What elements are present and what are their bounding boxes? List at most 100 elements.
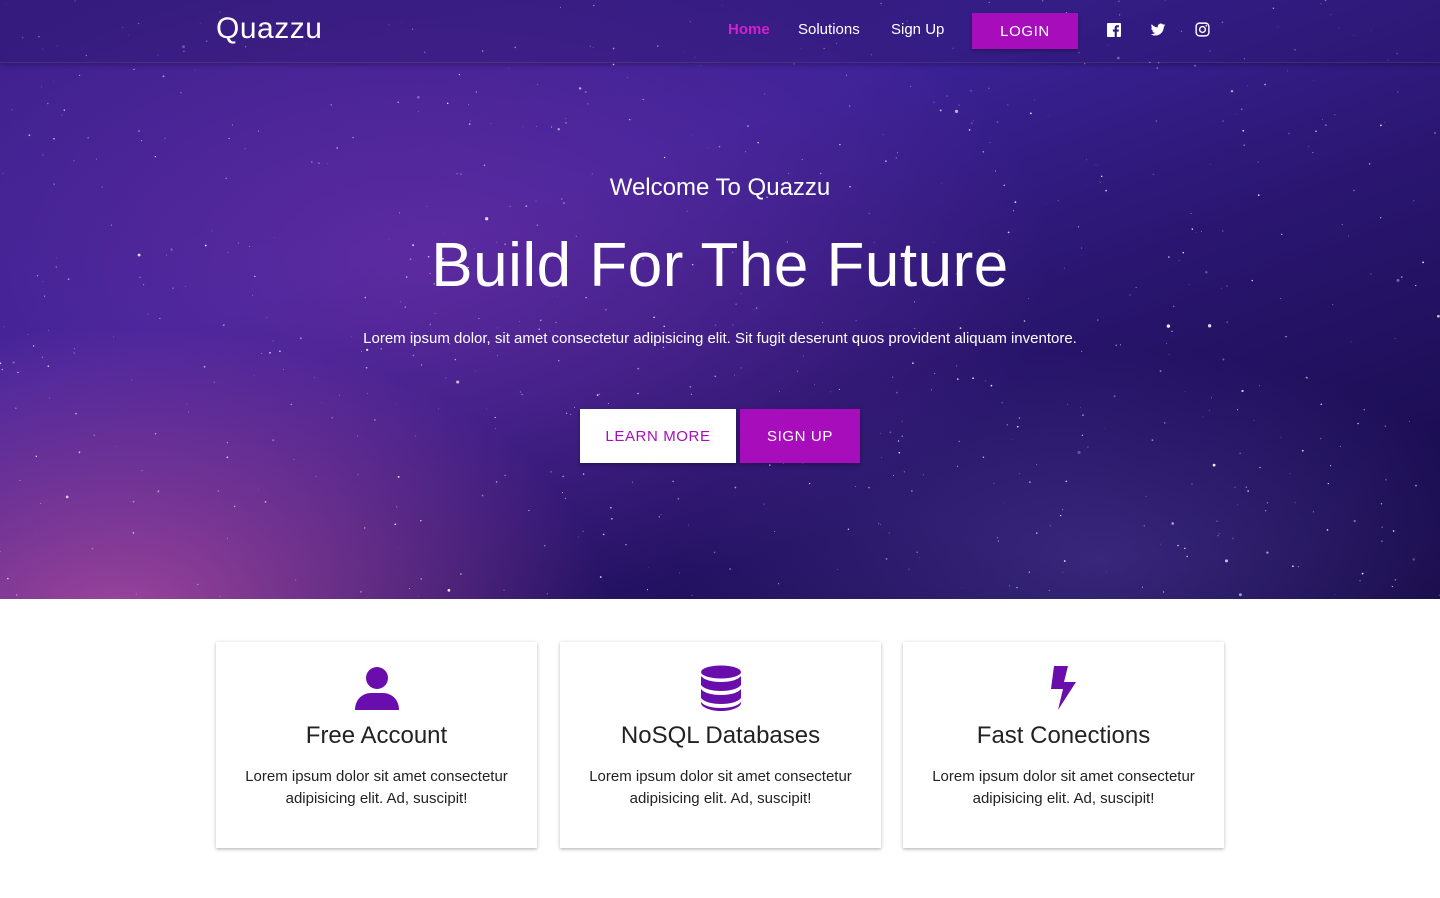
star [1212, 463, 1216, 467]
star [564, 497, 566, 499]
star [892, 376, 894, 378]
star [1048, 589, 1050, 592]
star [611, 518, 613, 520]
twitter-icon[interactable] [1150, 22, 1166, 38]
star [959, 327, 962, 329]
star [868, 486, 870, 489]
star [558, 360, 560, 362]
sign-up-button[interactable]: SIGN UP [740, 409, 860, 463]
brand-logo[interactable]: Quazzu [216, 12, 322, 46]
star [933, 101, 935, 103]
star [988, 87, 990, 89]
star [970, 122, 973, 124]
star [1207, 324, 1212, 328]
star [555, 321, 557, 324]
star [374, 419, 376, 421]
star [757, 141, 759, 144]
star [1239, 452, 1241, 455]
star [495, 428, 496, 430]
star [855, 320, 857, 322]
star [637, 392, 639, 395]
feature-card-free-account: Free Account Lorem ipsum dolor sit amet … [216, 642, 537, 848]
nav-link-home[interactable]: Home [728, 21, 770, 38]
star [990, 384, 993, 387]
star [916, 551, 919, 554]
star [968, 129, 971, 131]
star [528, 509, 530, 511]
star [562, 492, 564, 494]
star [28, 134, 31, 137]
nav-link-solutions[interactable]: Solutions [798, 21, 860, 38]
star [562, 202, 565, 205]
star [380, 348, 382, 350]
star [1297, 566, 1300, 568]
star [485, 217, 489, 221]
star [417, 96, 420, 99]
star [1265, 510, 1267, 512]
star [1289, 473, 1291, 475]
star [1380, 503, 1383, 505]
star [429, 323, 432, 326]
star [985, 380, 987, 382]
star [1306, 377, 1308, 379]
star [147, 313, 149, 315]
star [889, 431, 892, 434]
star [1334, 114, 1336, 116]
star [1319, 437, 1322, 440]
star [180, 92, 182, 94]
star [782, 462, 784, 464]
star [19, 479, 21, 481]
star [483, 164, 486, 167]
star [1095, 164, 1097, 166]
star [1173, 305, 1175, 308]
star [293, 458, 295, 460]
star [467, 104, 469, 106]
star [1079, 407, 1081, 409]
star [687, 524, 689, 526]
star [1162, 591, 1165, 593]
star [1086, 159, 1088, 161]
star [756, 307, 758, 309]
star [1322, 119, 1323, 120]
star [1156, 67, 1159, 69]
star [1216, 520, 1218, 522]
star [357, 474, 359, 476]
star [1084, 63, 1086, 65]
learn-more-button[interactable]: LEARN MORE [580, 409, 736, 463]
star [1381, 526, 1383, 528]
star [543, 545, 546, 547]
star [1266, 551, 1269, 554]
star [796, 370, 798, 372]
star [1011, 439, 1012, 440]
star [868, 212, 870, 214]
star [1218, 533, 1220, 535]
star [1113, 395, 1116, 398]
star [546, 593, 548, 595]
facebook-icon[interactable] [1106, 22, 1122, 38]
instagram-icon[interactable] [1195, 22, 1211, 38]
star [814, 384, 815, 386]
star [854, 486, 856, 487]
nav-link-sign-up[interactable]: Sign Up [891, 21, 944, 38]
star [365, 366, 368, 369]
star [0, 551, 1, 552]
star [61, 114, 63, 116]
star [470, 120, 471, 122]
star [154, 433, 157, 435]
star [1164, 422, 1166, 424]
star [1202, 416, 1204, 417]
login-button[interactable]: LOGIN [972, 13, 1078, 49]
star [677, 497, 680, 500]
star [1294, 502, 1296, 504]
star [838, 388, 840, 391]
star [982, 456, 985, 458]
star [610, 506, 612, 509]
star [607, 403, 610, 405]
star [1184, 391, 1186, 392]
database-icon [697, 664, 745, 712]
star [629, 118, 631, 121]
star [336, 147, 338, 149]
star [213, 381, 216, 383]
star [596, 394, 599, 396]
star [961, 587, 963, 588]
